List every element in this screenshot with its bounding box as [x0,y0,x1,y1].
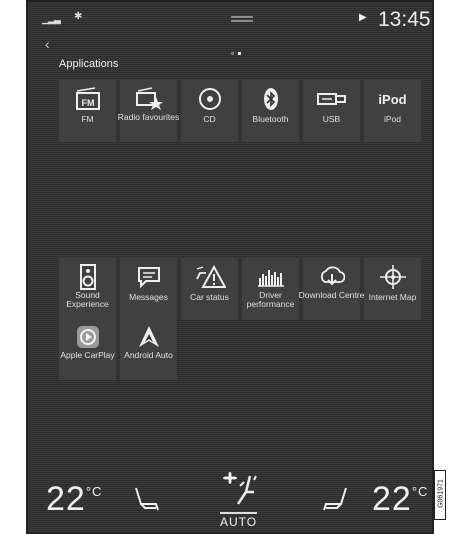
cd-icon [181,85,238,113]
app-driver-performance[interactable]: Driver performance [242,258,299,320]
ipod-icon: iPod [364,85,421,113]
ipod-icon-text: iPod [378,91,407,107]
app-label: Car status [190,292,229,302]
app-label: Apple CarPlay [60,350,115,360]
app-usb[interactable]: USB [303,80,360,142]
signal-icon: ▁▂▃ [42,14,61,24]
app-cd[interactable]: CD [181,80,238,142]
right-seat-heat-icon[interactable] [322,486,350,517]
usb-icon [303,85,360,113]
download-icon [303,263,360,291]
app-ipod[interactable]: iPod iPod [364,80,421,142]
app-label: FM [81,114,94,124]
left-temperature[interactable]: 22°C [46,480,102,519]
app-label: CD [203,114,216,124]
app-android-auto[interactable]: Android Auto [120,318,177,380]
app-internet-map[interactable]: Internet Map [364,258,421,320]
app-label: Internet Map [368,292,417,302]
car-warning-icon [181,263,238,291]
clock: 13:45 [378,8,431,31]
left-temp-unit: °C [85,484,103,499]
right-temperature[interactable]: 22°C [372,480,428,519]
page-title: Applications [59,58,119,70]
back-icon[interactable]: ‹ [45,36,50,52]
play-status-icon: ▶ [359,12,367,23]
svg-text:FM: FM [81,98,94,108]
fan-icon[interactable] [220,472,260,513]
image-code-text: G061971 [437,479,445,508]
app-label: Driver performance [246,290,295,309]
map-crosshair-icon [364,263,421,291]
app-radio-favourites[interactable]: Radio favourites [118,80,179,142]
android-auto-icon [120,323,177,351]
performance-chart-icon [242,263,299,291]
app-car-status[interactable]: Car status [181,258,238,320]
speaker-icon [59,263,116,291]
app-label: iPod [383,114,401,124]
app-download-centre[interactable]: Download Centre [299,258,364,320]
image-reference-code: G061971 [434,470,446,520]
app-fm[interactable]: FM FM [59,80,116,142]
pull-down-handle[interactable] [231,16,253,22]
fm-radio-icon: FM [59,85,116,113]
right-temp-unit: °C [411,484,429,499]
bluetooth-icon [242,85,299,113]
app-label: Android Auto [124,350,173,360]
radio-favourites-icon [120,85,177,113]
app-apple-carplay[interactable]: Apple CarPlay [59,318,116,380]
bluetooth-status-icon: ✱ [74,11,83,22]
center-display: ▁▂▃ ✱ ▶ 13:45 ‹ Applications FM FM Radio… [26,0,434,534]
auto-climate-button[interactable]: AUTO [220,512,258,529]
message-icon [120,263,177,291]
app-label: Messages [129,292,168,302]
app-label: Download Centre [298,290,365,300]
left-seat-heat-icon[interactable] [132,486,160,517]
left-temp-value: 22 [46,480,86,518]
status-bar: ▁▂▃ ✱ ▶ 13:45 [28,2,432,36]
carplay-icon [59,323,116,351]
app-bluetooth[interactable]: Bluetooth [242,80,299,142]
app-label: Sound Experience [66,290,109,309]
app-label: Bluetooth [252,114,289,124]
app-label: Radio favourites [117,112,180,122]
right-temp-value: 22 [372,480,412,518]
climate-bar: 22°C AUTO 22°C [28,462,432,532]
app-messages[interactable]: Messages [120,258,177,320]
app-label: USB [322,114,341,124]
page-indicator [231,42,245,60]
app-sound-experience[interactable]: Sound Experience [59,258,116,320]
